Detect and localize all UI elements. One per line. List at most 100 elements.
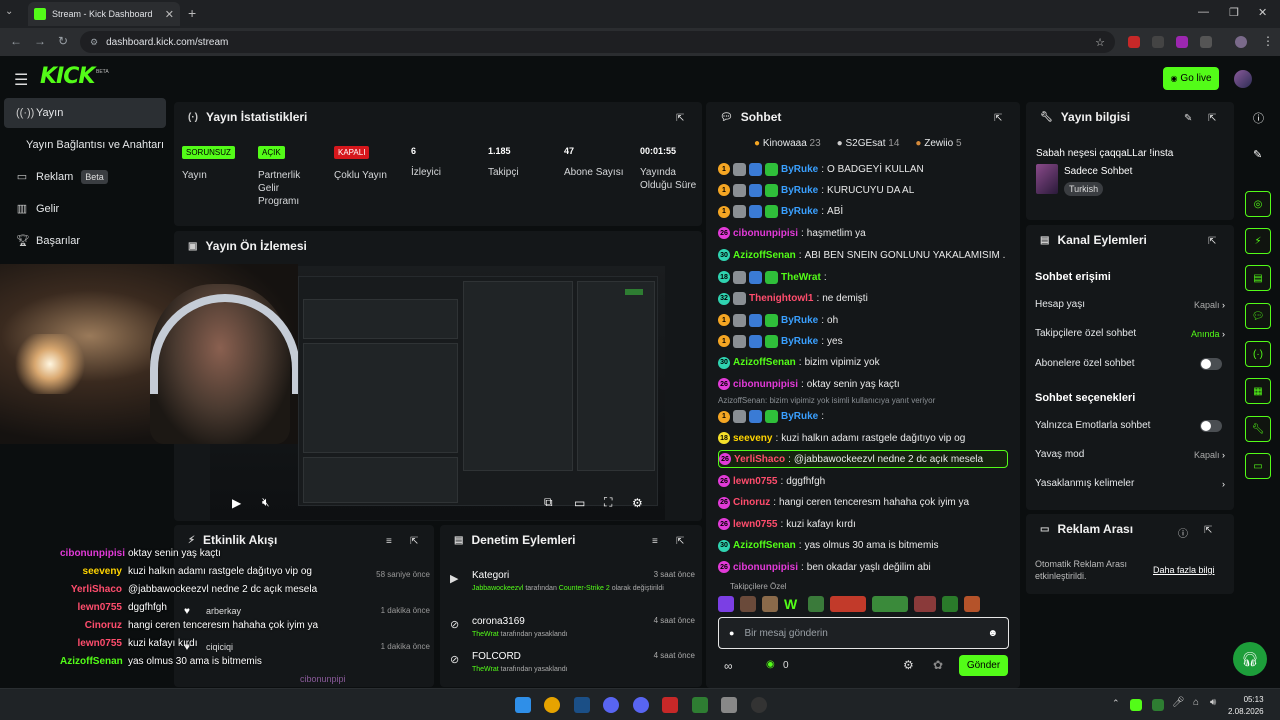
- edit-icon[interactable]: ✎: [1184, 113, 1192, 124]
- extension-icon[interactable]: [1128, 36, 1140, 48]
- rail-button[interactable]: 💬︎: [1245, 303, 1271, 329]
- extension-icon[interactable]: [1152, 36, 1164, 48]
- rail-button[interactable]: 🔧︎: [1245, 416, 1271, 442]
- theater-icon[interactable]: ▭: [574, 496, 585, 510]
- pip-icon[interactable]: ⧉: [544, 495, 553, 510]
- clock[interactable]: 05:13 2.08.2026: [1228, 694, 1264, 718]
- steam-icon[interactable]: [574, 697, 590, 713]
- emote-icon[interactable]: [914, 596, 936, 612]
- network-icon[interactable]: ⌂: [1193, 697, 1199, 708]
- popout-icon[interactable]: ⇱: [1208, 113, 1216, 124]
- chat-username[interactable]: AzizoffSenan: [733, 250, 796, 261]
- chat-username[interactable]: AzizoffSenan: [733, 540, 796, 551]
- obs-icon[interactable]: [751, 697, 767, 713]
- discord-icon[interactable]: [633, 697, 649, 713]
- subs-only-toggle[interactable]: [1200, 358, 1222, 370]
- popout-icon[interactable]: ⇱: [676, 536, 684, 547]
- emote-icon[interactable]: [808, 596, 824, 612]
- maximize-icon[interactable]: ❐: [1229, 6, 1239, 19]
- chat-message[interactable]: 30 AzizoffSenan: bizim vipimiz yok: [718, 354, 1008, 372]
- avatar[interactable]: [1234, 70, 1252, 88]
- setting-row-banned-words[interactable]: Yasaklanmış kelimeler ›: [1035, 478, 1225, 489]
- chat-username[interactable]: Cinoruz: [733, 497, 770, 508]
- mute-icon[interactable]: 🔇︎: [262, 495, 270, 510]
- tray-icon[interactable]: [1130, 699, 1142, 711]
- rail-button[interactable]: ▭: [1245, 453, 1271, 479]
- tray-icon[interactable]: [1152, 699, 1164, 711]
- popout-icon[interactable]: ⇱: [1204, 525, 1212, 536]
- emote-icon[interactable]: [872, 596, 908, 612]
- popout-icon[interactable]: ⇱: [676, 113, 684, 124]
- xbox-icon[interactable]: [692, 697, 708, 713]
- rail-button[interactable]: ⚡︎: [1245, 228, 1271, 254]
- discord-icon[interactable]: [603, 697, 619, 713]
- filter-icon[interactable]: ≡: [652, 536, 658, 547]
- rail-button[interactable]: ▤: [1245, 265, 1271, 291]
- sidebar-item-stream-key[interactable]: Yayın Bağlantısı ve Anahtarı: [4, 130, 166, 160]
- chat-username[interactable]: ByRuke: [781, 185, 818, 196]
- extensions-puzzle-icon[interactable]: [1200, 36, 1212, 48]
- chat-message[interactable]: 32 Thenightowl1: ne demişti: [718, 290, 1008, 308]
- tray-arrow-icon[interactable]: ⌃: [1112, 698, 1120, 709]
- emoji-icon[interactable]: ☻: [987, 628, 998, 639]
- emote-icon[interactable]: [740, 596, 756, 612]
- play-icon[interactable]: ▶: [232, 496, 241, 510]
- chat-message[interactable]: 1 ByRuke: ABİ: [718, 203, 1008, 221]
- chat-message[interactable]: 30 AzizoffSenan: ABI BEN SNEIN GONLUNU YAK…: [718, 246, 1008, 264]
- mod-tools-icon[interactable]: ✿: [933, 658, 943, 672]
- chat-username[interactable]: cibonunpipisi: [733, 228, 798, 239]
- new-tab-icon[interactable]: +: [188, 5, 196, 21]
- volume-icon[interactable]: 🔊︎: [1210, 697, 1216, 708]
- browser-tab[interactable]: Stream - Kick Dashboard ✕: [28, 2, 180, 26]
- chat-username[interactable]: cibonunpipisi: [733, 379, 798, 390]
- setting-row-slow-mode[interactable]: Yavaş mod Kapalı ›: [1035, 449, 1225, 460]
- emote-icon[interactable]: W: [784, 596, 802, 612]
- chat-username[interactable]: ByRuke: [781, 206, 818, 217]
- setting-row-account-age[interactable]: Hesap yaşı Kapalı ›: [1035, 299, 1225, 310]
- send-button[interactable]: Gönder: [959, 655, 1008, 676]
- mic-icon[interactable]: 🎤︎: [1172, 697, 1185, 708]
- chat-message[interactable]: 18 seeveny: kuzi halkın adamı rastgele dağ…: [718, 429, 1008, 447]
- chat-username[interactable]: YerliShaco: [734, 454, 785, 465]
- chat-message[interactable]: 26 lewn0755: kuzi kafayı kırdı: [718, 515, 1008, 533]
- gifter[interactable]: ● S2GEsat 14: [837, 138, 900, 149]
- gifter[interactable]: ● Zewiio 5: [915, 138, 961, 149]
- emote-icon[interactable]: [964, 596, 980, 612]
- profile-avatar-icon[interactable]: [1235, 36, 1247, 48]
- chat-message[interactable]: 1 ByRuke: oh: [718, 311, 1008, 329]
- extension-icon[interactable]: [1176, 36, 1188, 48]
- chat-message[interactable]: 26 cibonunpipisi: ben okadar yaşlı değilim…: [718, 558, 1008, 576]
- rail-button[interactable]: (·): [1245, 341, 1271, 367]
- riot-icon[interactable]: [662, 697, 678, 713]
- sidebar-item-gelir[interactable]: ▥ Gelir: [4, 194, 166, 224]
- emote-icon[interactable]: [762, 596, 778, 612]
- chat-message[interactable]: 26 cibonunpipisi: oktay senin yaş kaçtı: [718, 375, 1008, 393]
- menu-icon[interactable]: ☰: [14, 70, 28, 90]
- chat-username[interactable]: lewn0755: [733, 476, 777, 487]
- chat-message[interactable]: 26 lewn0755: dggfhfgh: [718, 472, 1008, 490]
- help-headset-button[interactable]: 🎧︎: [1233, 642, 1267, 676]
- chat-username[interactable]: cibonunpipisi: [733, 562, 798, 573]
- info-icon[interactable]: ⓘ: [1253, 110, 1264, 126]
- sidebar-item-basarilar[interactable]: 🏆︎ Başarılar: [4, 226, 166, 256]
- site-info-icon[interactable]: ⚙: [90, 37, 98, 48]
- sidebar-item-reklam[interactable]: ▭ Reklam Beta: [4, 162, 166, 192]
- filter-icon[interactable]: ≡: [386, 536, 392, 547]
- chat-username[interactable]: ByRuke: [781, 411, 818, 422]
- chat-message[interactable]: 1 ByRuke: KURUCUYU DA AL: [718, 181, 1008, 199]
- start-icon[interactable]: [515, 697, 531, 713]
- fullscreen-icon[interactable]: ⛶: [604, 495, 612, 510]
- chat-settings-icon[interactable]: ⚙: [903, 658, 914, 672]
- chat-message[interactable]: 1 ByRuke:: [718, 408, 1008, 426]
- chat-message[interactable]: 1 ByRuke: O BADGEYİ KULLAN: [718, 160, 1008, 178]
- back-icon[interactable]: ←: [10, 34, 22, 48]
- pencil-icon[interactable]: ✎: [1253, 148, 1262, 161]
- browser-menu-icon[interactable]: ⋮: [1262, 34, 1274, 48]
- infinity-icon[interactable]: ∞: [724, 659, 733, 673]
- popout-icon[interactable]: ⇱: [410, 536, 418, 547]
- gifter[interactable]: ● Kinowaaa 23: [754, 138, 821, 149]
- tab-search-icon[interactable]: ⌄: [5, 6, 13, 17]
- chat-username[interactable]: ByRuke: [781, 164, 818, 175]
- info-icon[interactable]: ⓘ: [1178, 525, 1188, 540]
- popout-icon[interactable]: ⇱: [1208, 236, 1216, 247]
